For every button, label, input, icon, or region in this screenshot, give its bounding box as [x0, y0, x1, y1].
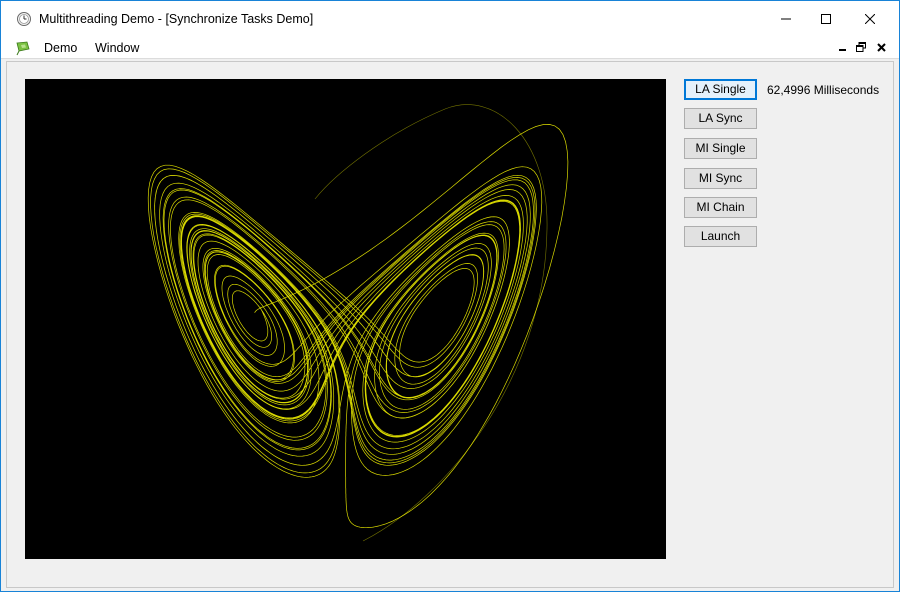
maximize-button[interactable] [803, 1, 849, 37]
close-icon [865, 14, 875, 24]
attractor-canvas[interactable] [25, 79, 666, 559]
bottom-strip [7, 571, 893, 587]
mdi-restore-button[interactable] [854, 40, 868, 54]
lorenz-attractor-plot [147, 104, 569, 542]
menu-window[interactable]: Window [91, 40, 143, 56]
mi-chain-button[interactable]: MI Chain [684, 197, 757, 218]
mi-sync-button[interactable]: MI Sync [684, 168, 757, 189]
maximize-icon [821, 14, 831, 24]
attractor-trajectory [147, 124, 569, 529]
close-button[interactable] [847, 1, 893, 37]
menu-bar: Demo Window [1, 37, 899, 59]
launch-button[interactable]: Launch [684, 226, 757, 247]
clock-icon [16, 11, 32, 27]
mdi-minimize-button[interactable] [836, 40, 850, 54]
menu-demo[interactable]: Demo [40, 40, 81, 56]
la-sync-button[interactable]: LA Sync [684, 108, 757, 129]
title-bar[interactable]: Multithreading Demo - [Synchronize Tasks… [1, 1, 899, 37]
mi-single-button[interactable]: MI Single [684, 138, 757, 159]
minimize-icon [781, 14, 791, 24]
elapsed-time-label: 62,4996 Milliseconds [767, 83, 880, 97]
child-window-icon[interactable] [15, 40, 31, 56]
la-single-button[interactable]: LA Single [684, 79, 757, 100]
app-window: Multithreading Demo - [Synchronize Tasks… [0, 0, 900, 592]
mdi-close-button[interactable] [874, 40, 888, 54]
window-title: Multithreading Demo - [Synchronize Tasks… [39, 12, 314, 26]
